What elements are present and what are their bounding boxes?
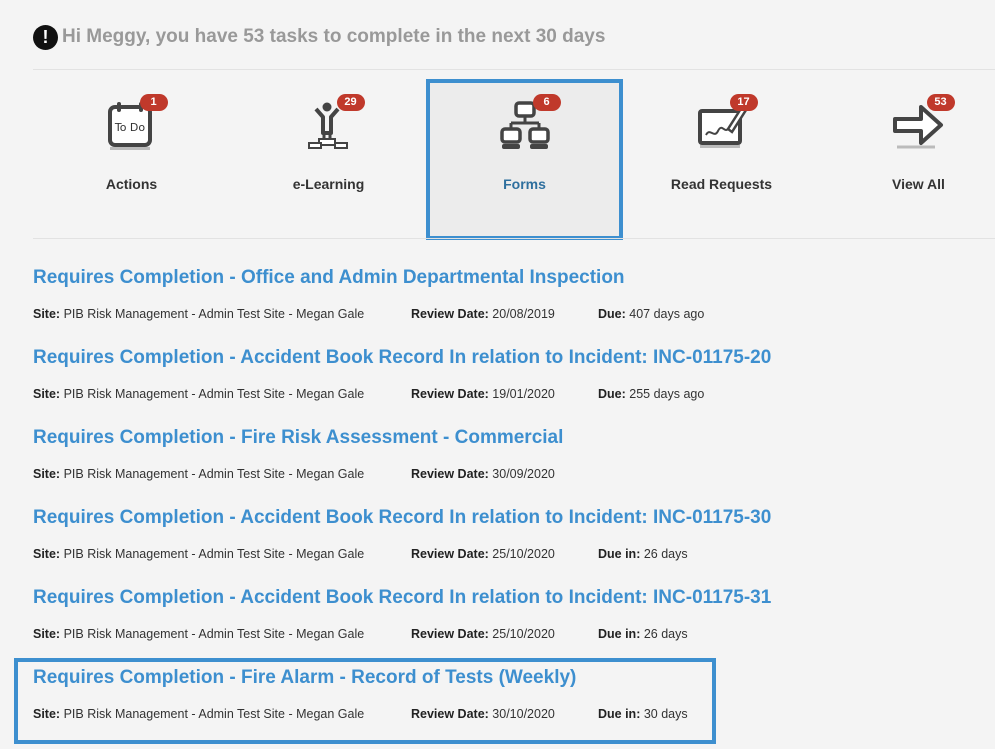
signature-pen-icon: 17 bbox=[694, 94, 758, 153]
task-site: PIB Risk Management - Admin Test Site - … bbox=[63, 547, 365, 561]
task-review-date: 20/08/2019 bbox=[492, 307, 555, 321]
task-review-date: 30/10/2020 bbox=[492, 707, 555, 721]
forms-hierarchy-icon: 6 bbox=[497, 94, 561, 153]
task-meta: Site: PIB Risk Management - Admin Test S… bbox=[33, 467, 555, 481]
divider bbox=[33, 238, 995, 239]
tile-forms[interactable]: 6 Forms bbox=[426, 79, 623, 240]
task-meta: Site: PIB Risk Management - Admin Test S… bbox=[33, 547, 688, 561]
tile-read-requests[interactable]: 17 Read Requests bbox=[623, 79, 820, 240]
todo-calendar-icon: To Do 1 bbox=[104, 94, 168, 153]
view-all-count-badge: 53 bbox=[926, 94, 955, 111]
task-review-date: 25/10/2020 bbox=[492, 627, 555, 641]
task-due: 26 days bbox=[643, 547, 688, 561]
tile-e-learning[interactable]: 29 e-Learning bbox=[230, 79, 427, 240]
greeting-text: Hi Meggy, you have 53 tasks to complete … bbox=[62, 26, 606, 47]
task-due: 30 days bbox=[643, 707, 688, 721]
forms-count-badge: 6 bbox=[532, 94, 561, 111]
task-meta: Site: PIB Risk Management - Admin Test S… bbox=[33, 307, 705, 321]
podium-person-icon: 29 bbox=[301, 94, 365, 153]
tile-label: Read Requests bbox=[670, 176, 773, 192]
task-meta: Site: PIB Risk Management - Admin Test S… bbox=[33, 387, 705, 401]
exclamation-icon: ! bbox=[33, 24, 58, 50]
task-due: 255 days ago bbox=[629, 387, 705, 401]
tile-label: Forms bbox=[503, 176, 546, 192]
divider bbox=[33, 69, 995, 70]
task-site: PIB Risk Management - Admin Test Site - … bbox=[63, 707, 365, 721]
task-due: 407 days ago bbox=[629, 307, 705, 321]
task-site: PIB Risk Management - Admin Test Site - … bbox=[63, 467, 365, 481]
tile-view-all[interactable]: 53 View All bbox=[820, 79, 995, 240]
tile-label: e-Learning bbox=[292, 176, 365, 192]
task-item: Requires Completion - Fire Risk Assessme… bbox=[33, 427, 933, 481]
task-site: PIB Risk Management - Admin Test Site - … bbox=[63, 307, 365, 321]
actions-count-badge: 1 bbox=[139, 94, 168, 111]
e-learning-count-badge: 29 bbox=[336, 94, 365, 111]
task-item: Requires Completion - Fire Alarm - Recor… bbox=[33, 667, 933, 721]
arrow-right-icon: 53 bbox=[891, 94, 955, 153]
read-requests-count-badge: 17 bbox=[729, 94, 758, 111]
task-meta: Site: PIB Risk Management - Admin Test S… bbox=[33, 707, 688, 721]
task-title-link[interactable]: Requires Completion - Fire Alarm - Recor… bbox=[33, 667, 933, 689]
task-item: Requires Completion - Office and Admin D… bbox=[33, 267, 933, 321]
task-item: Requires Completion - Accident Book Reco… bbox=[33, 587, 933, 641]
task-site: PIB Risk Management - Admin Test Site - … bbox=[63, 387, 365, 401]
task-item: Requires Completion - Accident Book Reco… bbox=[33, 347, 933, 401]
task-review-date: 25/10/2020 bbox=[492, 547, 555, 561]
task-category-tiles: To Do 1 Actions 29 e-Learning 6 Forms 17… bbox=[33, 79, 995, 240]
task-review-date: 30/09/2020 bbox=[492, 467, 555, 481]
tile-label: View All bbox=[892, 176, 945, 192]
task-title-link[interactable]: Requires Completion - Fire Risk Assessme… bbox=[33, 427, 933, 449]
tile-label: Actions bbox=[105, 176, 158, 192]
task-title-link[interactable]: Requires Completion - Accident Book Reco… bbox=[33, 507, 933, 529]
greeting-banner: ! Hi Meggy, you have 53 tasks to complet… bbox=[33, 24, 605, 50]
svg-text:To Do: To Do bbox=[113, 121, 145, 134]
task-title-link[interactable]: Requires Completion - Office and Admin D… bbox=[33, 267, 933, 289]
task-meta: Site: PIB Risk Management - Admin Test S… bbox=[33, 627, 688, 641]
tile-actions[interactable]: To Do 1 Actions bbox=[33, 79, 230, 240]
task-item: Requires Completion - Accident Book Reco… bbox=[33, 507, 933, 561]
task-title-link[interactable]: Requires Completion - Accident Book Reco… bbox=[33, 587, 933, 609]
task-review-date: 19/01/2020 bbox=[492, 387, 555, 401]
task-site: PIB Risk Management - Admin Test Site - … bbox=[63, 627, 365, 641]
task-due: 26 days bbox=[643, 627, 688, 641]
task-title-link[interactable]: Requires Completion - Accident Book Reco… bbox=[33, 347, 933, 369]
